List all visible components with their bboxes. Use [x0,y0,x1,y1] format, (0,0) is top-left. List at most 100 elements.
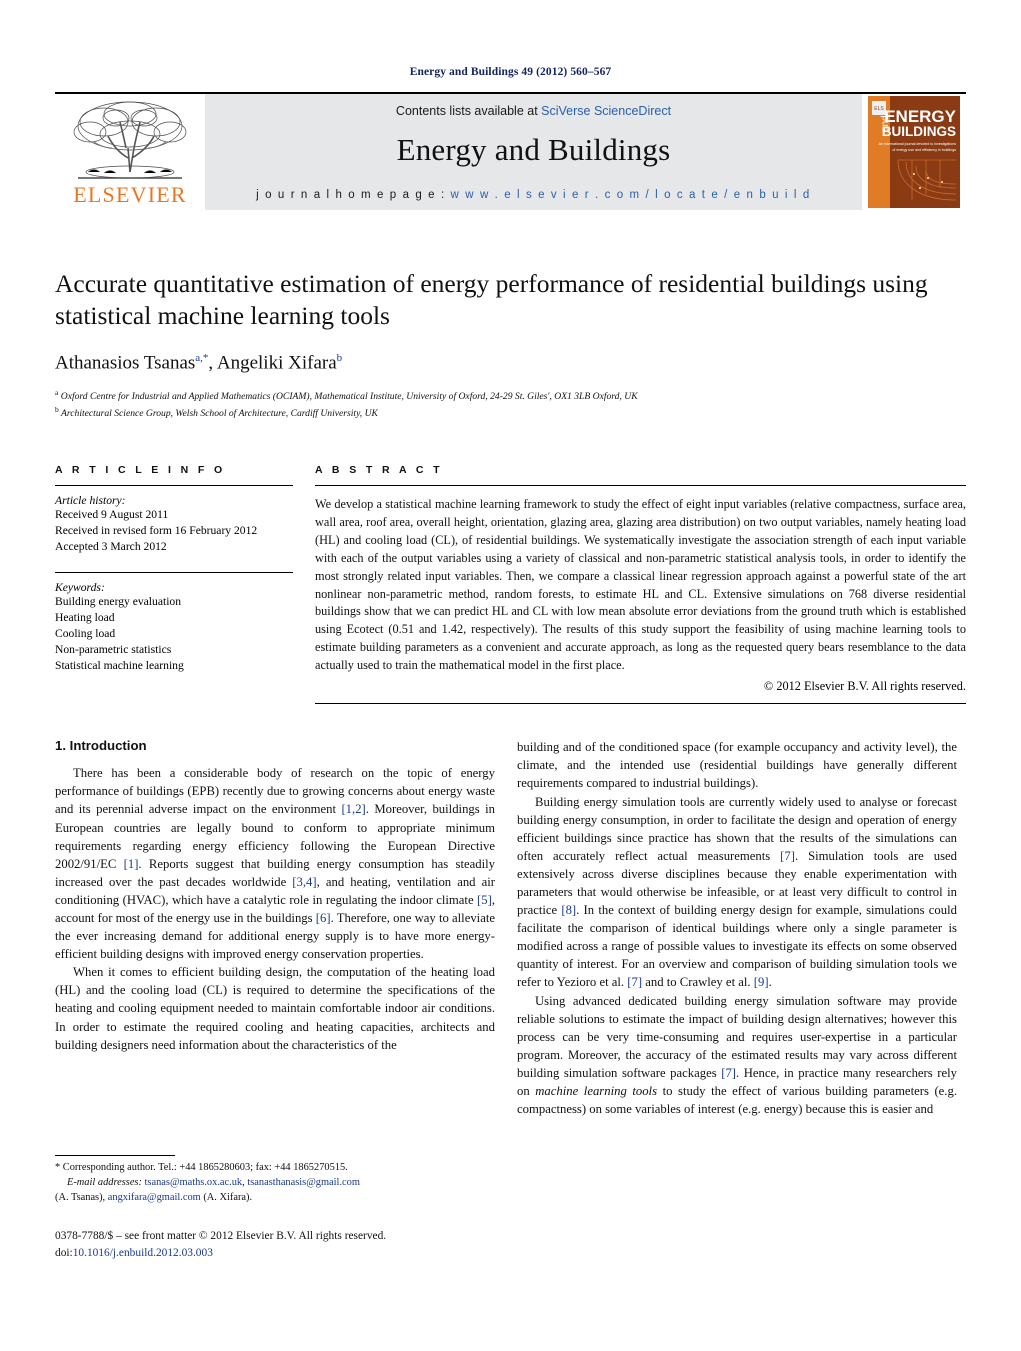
affiliation-a-text: Oxford Centre for Industrial and Applied… [60,390,638,402]
corresponding-author-mark[interactable]: * [203,352,209,364]
affiliation-b: b Architectural Science Group, Welsh Sch… [55,404,966,422]
corresponding-author-text: Corresponding author. Tel.: +44 18652806… [60,1162,348,1173]
author-2-name: Angeliki Xifara [216,352,337,374]
footnote-block: * Corresponding author. Tel.: +44 186528… [55,1155,495,1205]
citation-link[interactable]: [1,2] [341,802,365,816]
affiliation-a-mark: a [55,387,59,397]
journal-masthead: ELSEVIER Contents lists available at Sci… [55,92,966,210]
issn-copyright-block: 0378-7788/$ – see front matter © 2012 El… [55,1228,495,1261]
paper-title: Accurate quantitative estimation of ener… [55,269,928,331]
contents-line: Contents lists available at SciVerse Sci… [396,104,671,118]
keyword-item: Building energy evaluation [55,594,182,608]
article-history-list: Received 9 August 2011 Received in revise… [55,507,293,555]
issn-line: 0378-7788/$ – see front matter © 2012 El… [55,1230,387,1242]
doi-link[interactable]: 10.1016/j.enbuild.2012.03.003 [73,1247,213,1259]
author-list: Athanasios Tsanasa,*, Angeliki Xifarab [55,352,343,374]
abstract-rule-bottom [315,703,966,705]
journal-cover-thumbnail: ELS ENERGY and BUILDINGS An internationa… [862,94,966,210]
right-paragraphs: building and of the conditioned space (f… [517,738,957,1118]
citation-link[interactable]: [6] [316,911,331,925]
email-link-3[interactable]: angxifara@gmail.com [108,1192,201,1203]
body-paragraph: There has been a considerable body of re… [55,764,495,963]
elsevier-wordmark: ELSEVIER [73,182,187,207]
citation-link[interactable]: [9] [754,975,769,989]
paragraph-text: . [768,975,772,990]
author-1-affil-mark: a, [195,352,203,365]
abstract-text: We develop a statistical machine learnin… [315,496,966,673]
email-link-2[interactable]: tsanasthanasis@gmail.com [247,1177,360,1188]
body-paragraph: When it comes to efficient building desi… [55,963,495,1053]
journal-title: Energy and Buildings [396,132,671,167]
article-history-item: Accepted 3 March 2012 [55,539,167,553]
section-heading-introduction: 1. Introduction [55,738,147,754]
keywords-rule [55,571,293,573]
citation-link[interactable]: [7] [780,849,795,863]
emphasis-text: machine learning tools [535,1084,658,1099]
svg-text:of energy use and efficiency i: of energy use and efficiency in building… [892,148,956,152]
keyword-item: Cooling load [55,626,116,640]
article-history-item: Received in revised form 16 February 201… [55,523,258,537]
affiliation-b-text: Architectural Science Group, Welsh Schoo… [61,408,378,420]
abstract-column: A B S T R A C T We develop a statistical… [315,464,966,705]
email-label: E-mail addresses: [67,1176,142,1188]
keyword-item: Non-parametric statistics [55,642,172,656]
title-block: Accurate quantitative estimation of ener… [55,268,966,422]
elsevier-logo: ELSEVIER [55,94,205,210]
citation-link[interactable]: [3,4] [292,875,316,889]
article-info-rule-top [55,484,293,486]
sciencedirect-link[interactable]: SciVerse ScienceDirect [541,104,671,118]
keywords-rule-wrap [55,571,293,573]
running-head: Energy and Buildings 49 (2012) 560–567 [409,66,612,78]
affiliations: a Oxford Centre for Industrial and Appli… [55,387,966,422]
cover-art-icon: ELS ENERGY and BUILDINGS An internationa… [868,96,960,208]
article-history-label: Article history: [55,493,126,507]
article-info-heading: A R T I C L E I N F O [55,463,226,476]
svg-text:BUILDINGS: BUILDINGS [882,124,956,139]
doi-line: doi:10.1016/j.enbuild.2012.03.003 [55,1245,495,1262]
masthead-center: Contents lists available at SciVerse Sci… [205,94,862,210]
article-info-column: A R T I C L E I N F O Article history: R… [55,464,293,705]
email-link-1[interactable]: tsanas@maths.ox.ac.uk [145,1177,243,1188]
svg-text:ELS: ELS [874,106,884,112]
affiliation-b-mark: b [55,405,59,415]
journal-homepage-line: j o u r n a l h o m e p a g e : w w w . … [256,189,811,201]
keyword-item: Statistical machine learning [55,658,184,672]
keyword-item: Heating load [55,610,115,624]
body-column-left: 1. Introduction There has been a conside… [55,738,495,1054]
paragraph-text: When it comes to efficient building desi… [55,965,495,1052]
citation-link[interactable]: [7] [627,975,642,989]
body-paragraph: Building energy simulation tools are cur… [517,793,957,992]
article-history-item: Received 9 August 2011 [55,507,169,521]
body-columns: 1. Introduction There has been a conside… [55,738,966,1118]
abstract-heading: A B S T R A C T [315,463,443,476]
citation-link[interactable]: [1] [124,857,139,871]
author-1-name: Athanasios Tsanas [55,352,196,374]
abstract-copyright: © 2012 Elsevier B.V. All rights reserved… [763,679,966,694]
citation-link[interactable]: [5] [477,893,492,907]
abstract-rule-top [315,484,966,486]
paper-page: Energy and Buildings 49 (2012) 560–567 E… [0,0,1021,1351]
corresponding-author-footnote: * Corresponding author. Tel.: +44 186528… [55,1161,495,1176]
left-paragraphs: There has been a considerable body of re… [55,764,495,1054]
contents-prefix: Contents lists available at [395,104,542,118]
footnote-rule [55,1155,175,1156]
svg-text:An international journal devot: An international journal devoted to inve… [879,142,957,146]
body-paragraph: Using advanced dedicated building energy… [517,992,957,1119]
affiliation-a: a Oxford Centre for Industrial and Appli… [55,387,966,405]
keywords-list: Building energy evaluation Heating load Co… [55,594,293,674]
info-abstract-panel: A R T I C L E I N F O Article history: R… [55,464,966,705]
citation-link[interactable]: [7] [721,1066,736,1080]
body-paragraph: building and of the conditioned space (f… [517,738,957,792]
author-2-affil-mark: b [336,352,343,365]
email-footnote: E-mail addresses: tsanas@maths.ox.ac.uk,… [67,1176,360,1188]
homepage-label: j o u r n a l h o m e p a g e : [256,189,446,201]
email-owner-2: (A. Xifara). [203,1191,253,1203]
doi-label: doi: [55,1246,73,1259]
homepage-url-link[interactable]: w w w . e l s e v i e r . c o m / l o c … [451,189,811,201]
paragraph-text: and to Crawley et al. [642,975,754,990]
paragraph-text: building and of the conditioned space (f… [517,740,957,791]
email-owner-1: (A. Tsanas), [55,1191,106,1203]
email-owner-line: (A. Tsanas), angxifara@gmail.com (A. Xif… [55,1191,495,1206]
citation-link[interactable]: [8] [561,903,576,917]
elsevier-tree-icon [73,101,187,179]
